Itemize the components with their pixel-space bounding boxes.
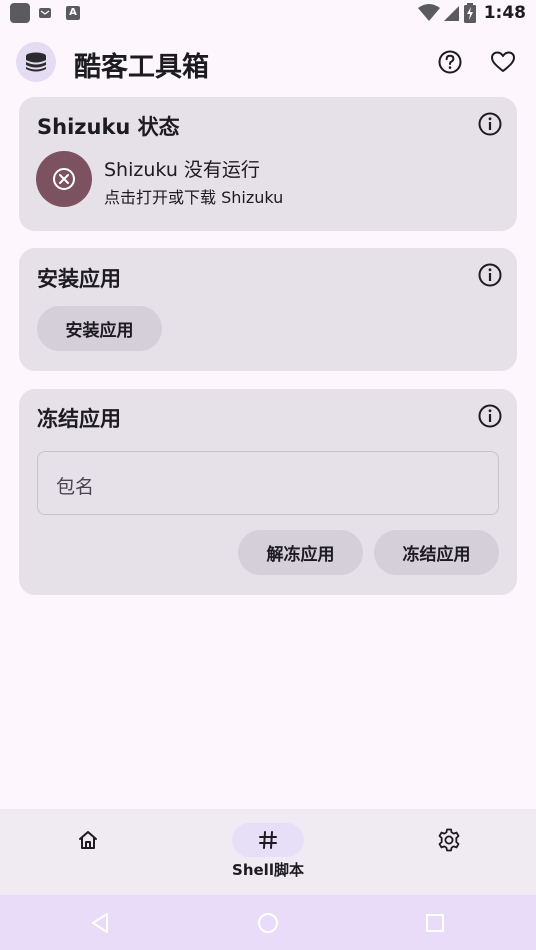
status-right-icons: 1:48: [417, 3, 526, 23]
status-bar: A 1:48: [0, 0, 536, 26]
app-logo: [16, 42, 56, 82]
freeze-card-title: 冻结应用: [37, 407, 121, 431]
app-icon: [10, 3, 30, 23]
package-name-input[interactable]: 包名: [37, 451, 499, 515]
nav-item-settings[interactable]: [389, 809, 509, 895]
info-icon[interactable]: [477, 262, 503, 288]
home-icon: [79, 831, 97, 849]
nav-indicator: [52, 823, 124, 857]
app-title: 酷客工具箱: [74, 52, 209, 83]
status-time: 1:48: [483, 3, 526, 23]
mail-icon: [39, 8, 51, 18]
signal-icon: [443, 6, 459, 21]
stack-icon: [26, 52, 46, 72]
freeze-app-button[interactable]: 冻结应用: [374, 530, 499, 575]
battery-icon: [463, 3, 476, 23]
favorite-button[interactable]: [487, 46, 519, 78]
nav-indicator: [413, 823, 485, 857]
recents-icon[interactable]: [423, 911, 447, 935]
bottom-navigation: Shell脚本: [0, 809, 536, 895]
gear-icon: [438, 828, 460, 852]
heart-icon: [491, 51, 515, 72]
unfreeze-app-button[interactable]: 解冻应用: [238, 530, 363, 575]
info-icon[interactable]: [477, 111, 503, 137]
nav-label-shell: Shell脚本: [232, 861, 304, 879]
help-icon: [438, 50, 462, 74]
close-circle-icon: [53, 168, 75, 190]
wifi-icon: [417, 4, 440, 21]
home-circle-icon[interactable]: [256, 911, 280, 935]
shizuku-status-subtitle: 点击打开或下载 Shizuku: [104, 188, 284, 207]
status-indicator: [36, 151, 92, 207]
nav-indicator-active: [232, 823, 304, 857]
help-button[interactable]: [434, 46, 466, 78]
back-icon[interactable]: [88, 911, 112, 935]
shizuku-card-title: Shizuku 状态: [37, 115, 180, 139]
system-navigation-bar: [0, 895, 536, 950]
freeze-app-card: 冻结应用 包名 解冻应用 冻结应用: [19, 389, 517, 595]
a-icon: A: [66, 6, 80, 20]
shizuku-status-title: Shizuku 没有运行: [104, 159, 260, 181]
package-name-placeholder: 包名: [56, 476, 95, 498]
nav-item-home[interactable]: [28, 809, 148, 895]
info-icon[interactable]: [477, 403, 503, 429]
hash-icon: [259, 831, 277, 849]
shizuku-status-card[interactable]: Shizuku 状态 Shizuku 没有运行 点击打开或下载 Shizuku: [19, 97, 517, 231]
install-card-title: 安装应用: [37, 267, 121, 291]
status-left-icons: A: [10, 3, 80, 23]
app-bar: 酷客工具箱: [0, 36, 536, 90]
install-app-button[interactable]: 安装应用: [37, 306, 162, 351]
install-app-card: 安装应用 安装应用: [19, 248, 517, 371]
nav-item-shell[interactable]: Shell脚本: [208, 809, 328, 895]
